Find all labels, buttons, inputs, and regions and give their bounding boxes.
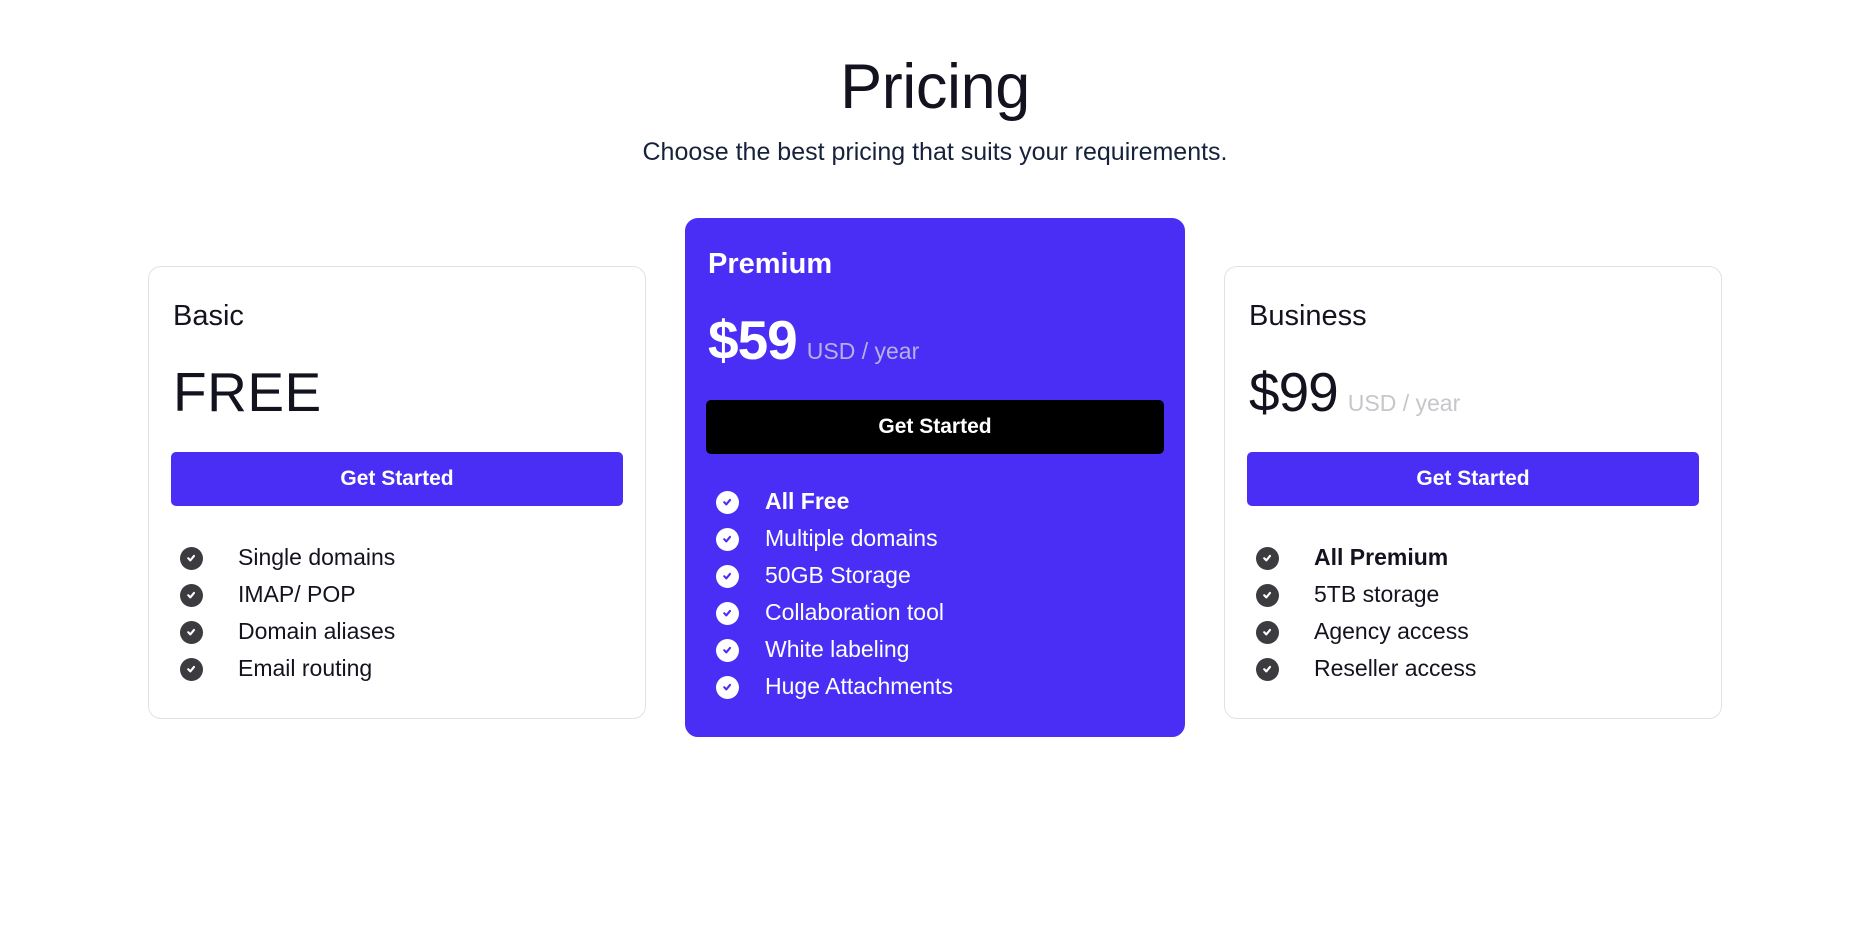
- feature-label: Reseller access: [1314, 655, 1477, 682]
- page-title: Pricing: [840, 52, 1030, 122]
- get-started-button[interactable]: Get Started: [1247, 451, 1699, 506]
- list-item: Multiple domains: [716, 521, 1164, 558]
- plan-name: Business: [1249, 300, 1367, 332]
- feature-label: Single domains: [238, 544, 396, 571]
- feature-label: Agency access: [1314, 618, 1469, 645]
- list-item: Collaboration tool: [716, 595, 1164, 632]
- page-header: Pricing Choose the best pricing that sui…: [0, 0, 1870, 168]
- list-item: Agency access: [1256, 614, 1699, 651]
- plan-feature-list: Single domains IMAP/ POP Domain aliases Ema…: [171, 540, 623, 688]
- feature-label: Collaboration tool: [765, 599, 945, 626]
- pricing-card-basic: Basic FREE Get Started Single domains IMAP/ …: [148, 266, 646, 719]
- get-started-button[interactable]: Get Started: [171, 451, 623, 506]
- feature-label: Multiple domains: [765, 525, 938, 552]
- feature-label: IMAP/ POP: [238, 581, 356, 608]
- check-circle-icon: [1256, 546, 1279, 570]
- check-circle-icon: [180, 583, 203, 607]
- check-circle-icon: [1256, 657, 1279, 681]
- feature-label: All Free: [765, 488, 850, 515]
- feature-label: 5TB storage: [1314, 581, 1440, 608]
- feature-label: Email routing: [238, 655, 373, 682]
- plan-name: Premium: [708, 248, 833, 280]
- list-item: Domain aliases: [180, 614, 623, 651]
- list-item: Reseller access: [1256, 651, 1699, 688]
- feature-label: Domain aliases: [238, 618, 396, 645]
- feature-label: 50GB Storage: [765, 562, 911, 589]
- list-item: IMAP/ POP: [180, 577, 623, 614]
- list-item: Huge Attachments: [716, 669, 1164, 706]
- check-circle-icon: [716, 490, 739, 514]
- check-circle-icon: [1256, 583, 1279, 607]
- check-circle-icon: [716, 601, 739, 625]
- feature-label: All Premium: [1314, 544, 1449, 571]
- plan-price: $99: [1249, 360, 1339, 423]
- plan-name: Basic: [173, 300, 244, 332]
- list-item: All Premium: [1256, 540, 1699, 577]
- feature-label: White labeling: [765, 636, 910, 663]
- feature-label: Huge Attachments: [765, 673, 953, 700]
- check-circle-icon: [716, 638, 739, 662]
- list-item: White labeling: [716, 632, 1164, 669]
- pricing-card-business: Business $99 USD / year Get Started All Prem…: [1224, 266, 1722, 719]
- page-subtitle: Choose the best pricing that suits your …: [642, 137, 1228, 166]
- get-started-button[interactable]: Get Started: [706, 399, 1164, 454]
- list-item: All Free: [716, 484, 1164, 521]
- plan-price-row: $59 USD / year: [706, 308, 1164, 371]
- check-circle-icon: [716, 675, 739, 699]
- check-circle-icon: [1256, 620, 1279, 644]
- list-item: 5TB storage: [1256, 577, 1699, 614]
- plan-feature-list: All Premium 5TB storage Agency access Resel…: [1247, 540, 1699, 688]
- pricing-cards-row: Basic FREE Get Started Single domains IMAP/ …: [0, 218, 1870, 858]
- plan-price-row: FREE: [171, 360, 623, 423]
- check-circle-icon: [716, 527, 739, 551]
- check-circle-icon: [180, 620, 203, 644]
- plan-price-row: $99 USD / year: [1247, 360, 1699, 423]
- list-item: Single domains: [180, 540, 623, 577]
- plan-price: $59: [708, 308, 798, 371]
- plan-price-period: USD / year: [1347, 389, 1461, 416]
- list-item: Email routing: [180, 651, 623, 688]
- check-circle-icon: [180, 546, 203, 570]
- plan-price-period: USD / year: [806, 337, 920, 364]
- check-circle-icon: [180, 657, 203, 681]
- check-circle-icon: [716, 564, 739, 588]
- pricing-page: Pricing Choose the best pricing that sui…: [0, 0, 1870, 931]
- list-item: 50GB Storage: [716, 558, 1164, 595]
- plan-feature-list: All Free Multiple domains 50GB Storage Coll…: [706, 484, 1164, 706]
- plan-price: FREE: [173, 360, 322, 423]
- pricing-card-premium: Premium $59 USD / year Get Started All Free M…: [685, 218, 1185, 737]
